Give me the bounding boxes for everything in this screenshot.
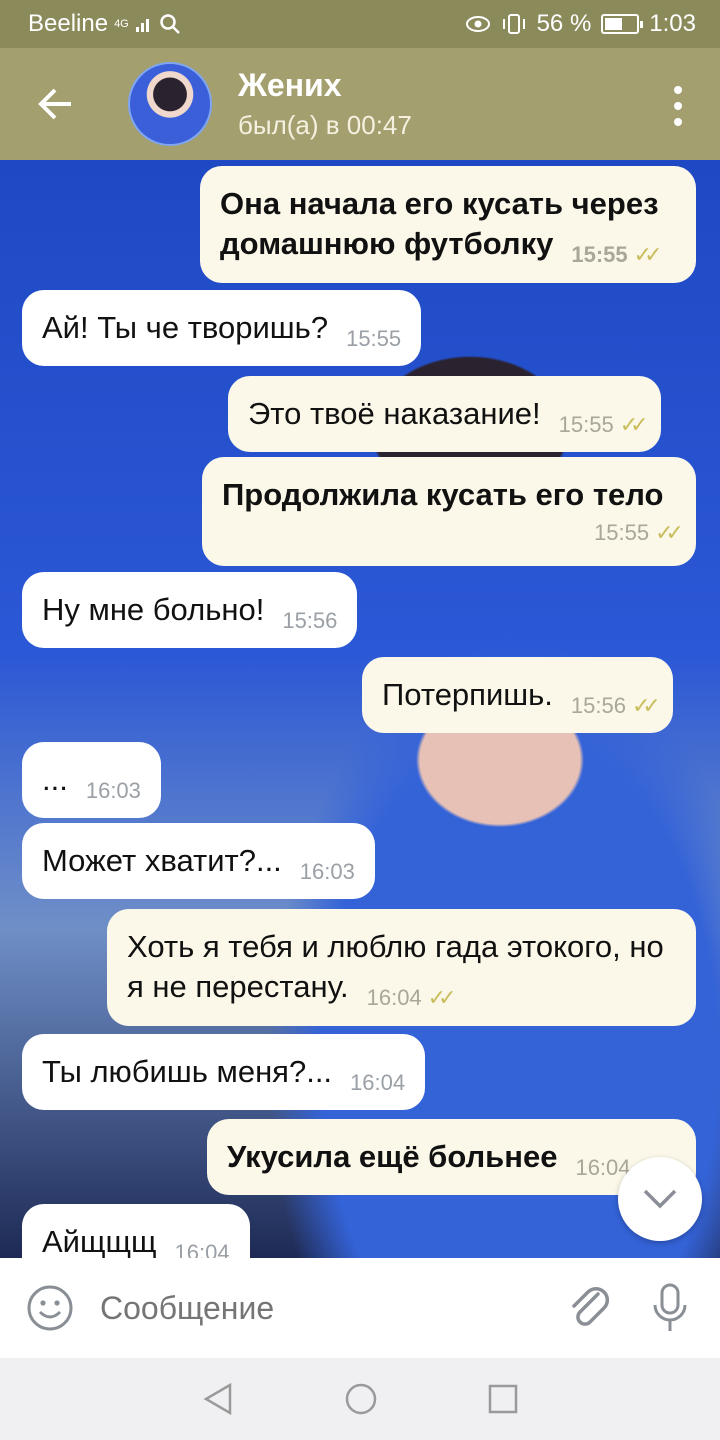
message-bubble[interactable]: Может хватит?... 16:03 [22, 823, 375, 900]
message-time: 16:04 [366, 985, 422, 1011]
contact-info[interactable]: Жених был(а) в 00:47 [238, 67, 412, 141]
message-time: 16:03 [299, 859, 355, 884]
message-bubble[interactable]: Айщщщ 16:04 [22, 1204, 250, 1258]
read-checks-icon: ✓✓ [619, 412, 649, 437]
message-bubble[interactable]: ... 16:03 [22, 742, 161, 819]
nav-home-icon[interactable] [344, 1382, 378, 1416]
message-text: Ну мне больно! [42, 592, 265, 627]
carrier-name: Beeline [28, 10, 109, 37]
nav-back-icon[interactable] [202, 1382, 234, 1416]
message-time: 15:56 [570, 693, 626, 718]
read-checks-icon: ✓✓ [631, 693, 661, 718]
scroll-down-button[interactable] [618, 1157, 702, 1241]
message-bubble[interactable]: Ты любишь меня?... 16:04 [22, 1034, 426, 1111]
message-bubble[interactable]: Это твоё наказание! 15:55 ✓✓ [228, 376, 661, 453]
read-checks-icon: ✓✓ [427, 985, 457, 1011]
message-input[interactable] [100, 1289, 520, 1327]
vibrate-icon [502, 14, 525, 34]
message-text: Продолжила кусать его тело [222, 477, 664, 512]
chat-header: Жених был(а) в 00:47 [0, 48, 720, 160]
message-time: 15:55 [346, 326, 402, 351]
message-text: Ты любишь меня?... [42, 1054, 333, 1089]
nav-recents-icon[interactable] [488, 1384, 518, 1414]
read-checks-icon: ✓✓ [633, 242, 663, 268]
network-type: 4G [114, 18, 129, 30]
message-bubble[interactable]: Потерпишь. 15:56 ✓✓ [362, 657, 673, 734]
emoji-icon [27, 1285, 73, 1331]
message-input-bar [0, 1258, 720, 1358]
last-seen: был(а) в 00:47 [238, 110, 412, 140]
message-text: Может хватит?... [42, 843, 282, 878]
contact-name: Жених [238, 67, 342, 103]
message-time: 15:55 [571, 242, 628, 268]
clock: 1:03 [649, 10, 696, 37]
message-bubble[interactable]: Она начала его кусать через домашнюю фут… [200, 166, 696, 283]
microphone-button[interactable] [620, 1283, 720, 1333]
message-time: 16:03 [85, 778, 141, 803]
message-time: 16:04 [350, 1070, 406, 1095]
message-text: Укусила ещё больнее [227, 1139, 558, 1174]
battery-fill [605, 18, 623, 30]
more-vertical-icon[interactable] [668, 86, 688, 126]
message-text: Ай! Ты че творишь? [42, 310, 329, 345]
chevron-down-icon [643, 1189, 677, 1209]
system-nav-bar [0, 1358, 720, 1440]
attach-button[interactable] [560, 1284, 620, 1332]
message-text: ... [42, 762, 68, 797]
avatar[interactable] [128, 62, 212, 146]
battery-icon [601, 14, 644, 34]
paperclip-icon [572, 1286, 610, 1326]
chat-area[interactable]: Она начала его кусать через домашнюю фут… [0, 160, 720, 1258]
message-text: Айщщщ [42, 1224, 157, 1258]
search-icon [160, 14, 180, 34]
message-time: 16:04 [174, 1240, 230, 1258]
message-bubble[interactable]: Хоть я тебя и люблю гада этокого, но я н… [107, 909, 696, 1026]
message-bubble[interactable]: Продолжила кусать его тело 15:55 ✓✓ [202, 457, 696, 566]
message-time: 15:56 [282, 608, 338, 633]
message-text: Потерпишь. [382, 677, 553, 712]
message-bubble[interactable]: Ну мне больно! 15:56 [22, 572, 358, 649]
microphone-icon [653, 1283, 687, 1331]
signal-icon [135, 19, 149, 32]
message-text: Это твоё наказание! [248, 396, 541, 431]
status-bar: Beeline 4G 56 % 1:03 [0, 0, 720, 48]
message-time: 15:55 [558, 412, 614, 437]
message-time: 15:55 [594, 520, 650, 546]
back-button[interactable] [0, 48, 110, 160]
back-arrow-icon [38, 88, 71, 120]
message-bubble[interactable]: Ай! Ты че творишь? 15:55 [22, 290, 422, 367]
eye-icon [465, 16, 490, 32]
emoji-button[interactable] [0, 1284, 100, 1332]
read-checks-icon: ✓✓ [655, 520, 684, 546]
battery-percent: 56 % [536, 10, 592, 37]
